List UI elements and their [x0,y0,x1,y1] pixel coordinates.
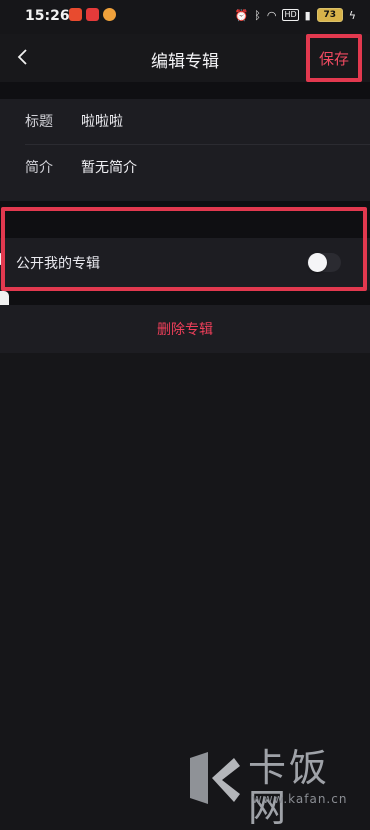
title-row[interactable]: 标题 啦啦啦 [25,99,370,143]
section-separator [0,291,370,305]
status-time: 15:26 [25,8,70,24]
title-label: 标题 [25,114,53,130]
album-info-card: 标题 啦啦啦 简介 暂无简介 [0,99,370,201]
intro-row[interactable]: 简介 暂无简介 [25,145,370,189]
kafan-logo-icon [190,752,240,804]
top-nav-bar: 编辑专辑 保存 [0,34,370,82]
wifi-icon: ◠ [266,8,277,22]
charging-icon: ϟ [348,8,356,22]
status-bar: 15:26 ⏰ ᛒ ◠ HD ▮ 73 ϟ [0,0,370,34]
app-notification-icon [103,8,116,21]
alarm-icon: ⏰ [234,8,249,22]
app-notification-icon [69,8,82,21]
highlight-frame [1,207,367,291]
bluetooth-icon: ᛒ [254,8,261,22]
title-value[interactable]: 啦啦啦 [81,111,123,131]
watermark: 卡饭网 www.kafan.cn [180,744,370,828]
watermark-url: www.kafan.cn [252,792,348,806]
app-notification-icon [86,8,99,21]
intro-label: 简介 [25,160,53,176]
delete-album-button[interactable]: 删除专辑 [0,319,370,339]
hd-icon: HD [282,9,299,21]
intro-value[interactable]: 暂无简介 [81,157,137,177]
signal-icon: ▮ [304,8,311,22]
status-indicators: ⏰ ᛒ ◠ HD ▮ 73 ϟ [235,8,356,22]
watermark-name: 卡饭网 [248,746,331,830]
section-separator [0,82,370,99]
save-button[interactable]: 保存 [306,34,362,82]
battery-icon: 73 [316,8,343,22]
notification-icons [69,8,116,21]
